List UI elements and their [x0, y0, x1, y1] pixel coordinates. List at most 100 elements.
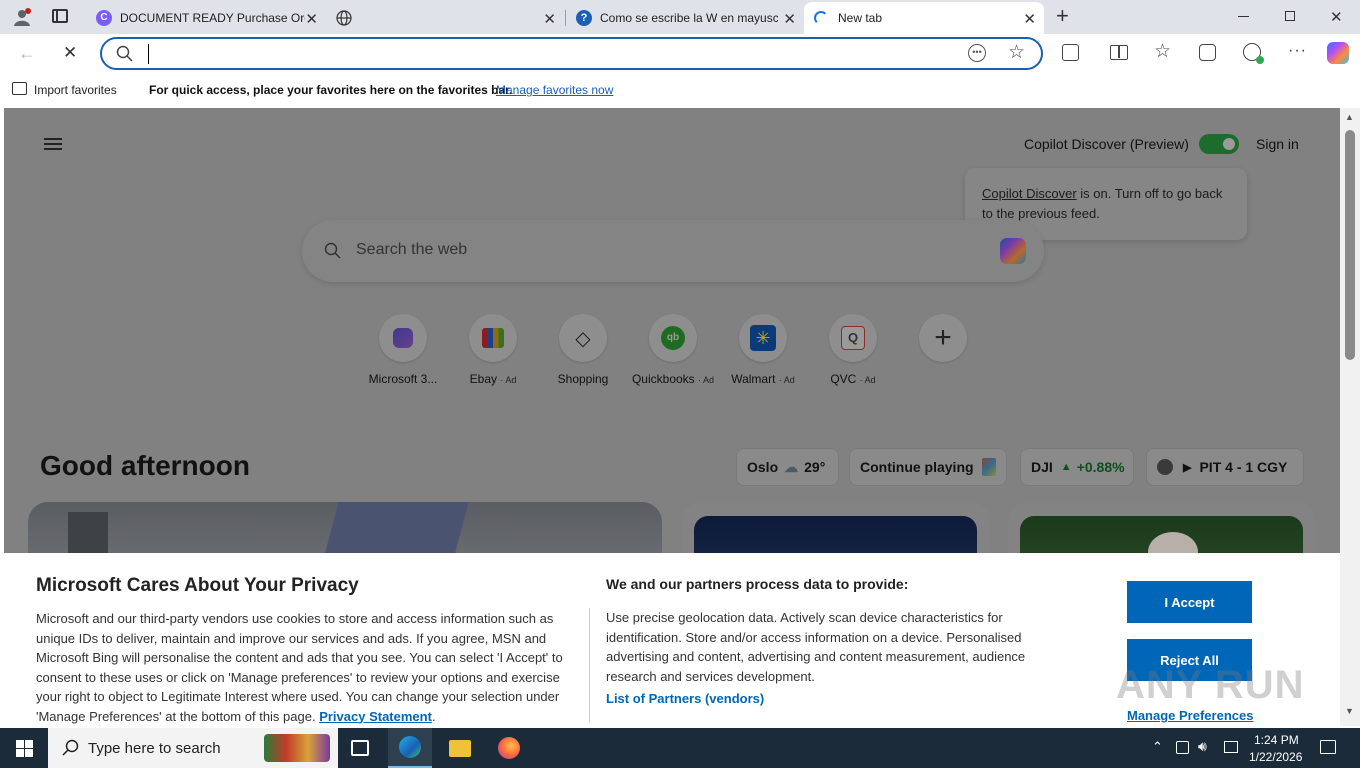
- shortcut-label: QVC: [830, 372, 857, 386]
- favorites-bar-hint: For quick access, place your favorites h…: [149, 83, 513, 97]
- shortcut-label: Ebay: [469, 372, 497, 386]
- web-search-box[interactable]: Search the web: [302, 220, 1044, 282]
- taskbar-search-box[interactable]: Type here to search: [48, 728, 338, 768]
- weather-widget[interactable]: Oslo ☁ 29°: [736, 448, 839, 486]
- ad-badge: · Ad: [778, 375, 795, 385]
- shortcut-label: Shopping: [557, 372, 609, 386]
- search-icon: [116, 45, 133, 67]
- address-input[interactable]: [148, 44, 928, 64]
- sign-in-button[interactable]: Sign in: [1256, 136, 1299, 152]
- copilot-icon[interactable]: [1000, 238, 1026, 264]
- start-button[interactable]: [16, 740, 33, 757]
- firefox-icon[interactable]: [498, 737, 520, 759]
- profile-icon[interactable]: [12, 7, 32, 27]
- new-tab-button[interactable]: +: [1056, 4, 1076, 28]
- edge-taskbar-icon[interactable]: [388, 728, 432, 768]
- score-text: PIT 4 - 1 CGY: [1199, 459, 1288, 475]
- notifications-icon[interactable]: [1320, 740, 1336, 754]
- page-scrollbar[interactable]: ▲ ▼: [1340, 108, 1360, 726]
- performance-icon[interactable]: [1243, 43, 1264, 64]
- continue-playing-label: Continue playing: [860, 459, 974, 475]
- stock-symbol: DJI: [1031, 459, 1053, 475]
- show-hidden-icons[interactable]: ⌃: [1152, 739, 1163, 755]
- taskbar-search-input[interactable]: Type here to search: [88, 740, 221, 757]
- tab-blank[interactable]: ✕: [326, 2, 564, 34]
- address-bar[interactable]: ••• ☆: [100, 37, 1043, 70]
- browser-toolbar: ← ✕ ••• ☆ ☆ ···: [0, 34, 1360, 74]
- import-favorites-button[interactable]: Import favorites: [34, 83, 117, 97]
- play-icon: ▶: [1183, 461, 1192, 474]
- copilot-icon[interactable]: [1327, 42, 1349, 64]
- game-thumbnail-icon: [981, 458, 996, 476]
- clock-time[interactable]: 1:24 PM: [1254, 733, 1299, 747]
- ad-badge: · Ad: [698, 375, 715, 385]
- network-meeting-icon[interactable]: [1176, 741, 1189, 754]
- privacy-consent-banner: Microsoft Cares About Your Privacy Micro…: [4, 553, 1340, 726]
- partners-list-link[interactable]: List of Partners (vendors): [606, 691, 764, 706]
- back-icon[interactable]: ←: [18, 43, 36, 64]
- shortcut-microsoft365[interactable]: Microsoft 3...: [358, 314, 448, 386]
- reading-options-icon[interactable]: •••: [968, 44, 986, 62]
- manage-favorites-link[interactable]: Manage favorites now: [496, 83, 613, 97]
- tab-strip: C DOCUMENT READY Purchase Order ✕ ✕ ? Co…: [0, 0, 1360, 34]
- task-view-icon[interactable]: [351, 740, 369, 756]
- shortcut-quickbooks[interactable]: qb Quickbooks · Ad: [628, 314, 718, 386]
- add-shortcut-button[interactable]: +: [898, 314, 988, 372]
- split-screen-icon[interactable]: [1110, 45, 1128, 60]
- scroll-up-arrow-icon[interactable]: ▲: [1345, 112, 1354, 122]
- close-tab-icon[interactable]: ✕: [543, 10, 556, 28]
- search-input[interactable]: Search the web: [356, 241, 467, 259]
- shortcut-walmart[interactable]: ✳ Walmart · Ad: [718, 314, 808, 386]
- hamburger-menu-icon[interactable]: [44, 138, 62, 150]
- anyrun-watermark: ANY RUN: [1116, 663, 1305, 707]
- qvc-icon: Q: [841, 326, 865, 350]
- file-explorer-icon[interactable]: [449, 740, 471, 757]
- extensions-icon[interactable]: [1062, 44, 1079, 61]
- stop-loading-icon[interactable]: ✕: [63, 43, 77, 63]
- more-menu-icon[interactable]: ···: [1288, 42, 1307, 60]
- sports-score-widget[interactable]: ▶ PIT 4 - 1 CGY: [1146, 448, 1304, 486]
- favorites-icon[interactable]: ☆: [1154, 40, 1171, 63]
- privacy-title: Microsoft Cares About Your Privacy: [36, 575, 359, 596]
- copilot-discover-toggle[interactable]: [1199, 134, 1239, 154]
- loading-spinner-icon: [814, 11, 828, 25]
- banner-divider: [589, 608, 590, 723]
- ad-badge: · Ad: [500, 375, 517, 385]
- stock-change: +0.88%: [1076, 459, 1125, 475]
- close-window-button[interactable]: ✕: [1330, 8, 1343, 26]
- network-icon[interactable]: [1224, 741, 1238, 753]
- favorite-star-icon[interactable]: ☆: [1008, 41, 1025, 64]
- greeting: Good afternoon: [40, 450, 250, 481]
- privacy-statement-link[interactable]: Privacy Statement: [319, 709, 432, 724]
- shortcut-shopping[interactable]: ◇ Shopping: [538, 314, 628, 386]
- tab-document-ready[interactable]: C DOCUMENT READY Purchase Order ✕: [86, 2, 326, 34]
- shortcut-ebay[interactable]: Ebay · Ad: [448, 314, 538, 386]
- manage-preferences-link[interactable]: Manage Preferences: [1127, 708, 1253, 723]
- walmart-icon: ✳: [750, 325, 776, 351]
- collections-icon[interactable]: [1199, 44, 1216, 61]
- ebay-bag-icon: [482, 328, 504, 348]
- clock-date[interactable]: 1/22/2026: [1249, 750, 1302, 764]
- tab-como-se-escribe[interactable]: ? Como se escribe la W en mayusculas ✕: [566, 2, 804, 34]
- close-tab-icon[interactable]: ✕: [783, 10, 796, 28]
- weather-temp: 29°: [804, 459, 826, 475]
- scroll-down-arrow-icon[interactable]: ▼: [1345, 706, 1354, 716]
- tab-actions-icon[interactable]: [52, 9, 68, 23]
- close-tab-icon[interactable]: ✕: [305, 10, 318, 28]
- accept-button[interactable]: I Accept: [1127, 581, 1252, 623]
- continue-playing-widget[interactable]: Continue playing: [849, 448, 1007, 486]
- scrollbar-thumb[interactable]: [1345, 130, 1355, 360]
- stock-widget[interactable]: DJI ▲ +0.88%: [1020, 448, 1134, 486]
- close-tab-icon[interactable]: ✕: [1023, 10, 1036, 28]
- minimize-button[interactable]: [1238, 16, 1249, 17]
- weather-city: Oslo: [747, 459, 779, 475]
- up-arrow-icon: ▲: [1060, 461, 1072, 473]
- quickbooks-icon: qb: [661, 326, 685, 350]
- tag-icon: ◇: [575, 327, 591, 350]
- copilot-discover-link[interactable]: Copilot Discover: [982, 186, 1077, 201]
- favorites-bar: Import favorites For quick access, place…: [0, 74, 1360, 106]
- tab-new-tab[interactable]: New tab ✕: [804, 2, 1044, 34]
- restore-button[interactable]: [1285, 11, 1295, 21]
- volume-icon[interactable]: 🔊︎: [1198, 738, 1207, 755]
- shortcut-qvc[interactable]: Q QVC · Ad: [808, 314, 898, 386]
